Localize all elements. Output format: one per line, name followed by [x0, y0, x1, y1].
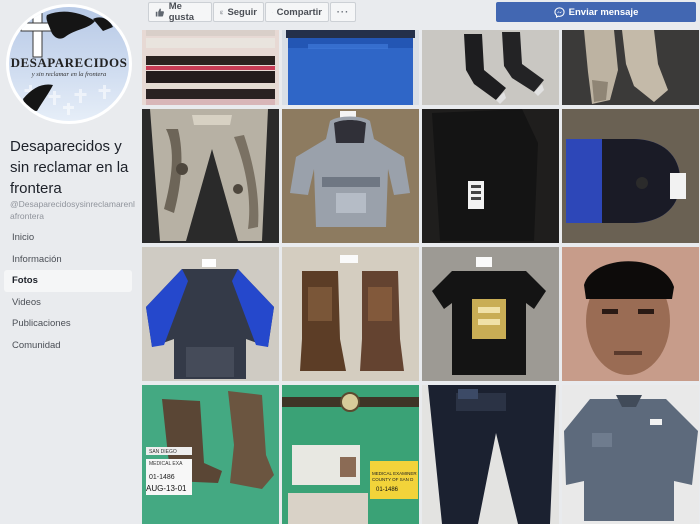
- photo-black-garment[interactable]: [422, 109, 559, 243]
- evidence-tag-office-2: MEDICAL EXAMINER: [372, 471, 417, 476]
- photo-watch-id[interactable]: MEDICAL EXAMINER COUNTY OF SAN D 01-1486: [282, 385, 419, 524]
- page-navigation: Inicio Información Fotos Videos Publicac…: [4, 227, 132, 356]
- black-garment-image: [422, 109, 559, 243]
- nav-item-inicio[interactable]: Inicio: [4, 227, 132, 249]
- share-button-label: Compartir: [276, 6, 322, 18]
- photo-black-socks[interactable]: [422, 30, 559, 105]
- nav-item-comunidad[interactable]: Comunidad: [4, 335, 132, 357]
- photo-hoodie[interactable]: [282, 109, 419, 243]
- black-tshirt-image: [422, 247, 559, 381]
- logo-title: DESAPARECIDOS: [10, 55, 128, 70]
- like-button[interactable]: Me gusta: [148, 1, 212, 23]
- logo-subtitle: y sin reclamar en la frontera: [31, 71, 107, 78]
- watch-and-id-image: MEDICAL EXAMINER COUNTY OF SAN D 01-1486: [282, 385, 419, 524]
- evidence-tag-case-2: 01-1486: [376, 487, 399, 493]
- blue-shirt-image: [282, 30, 419, 105]
- photo-sport-shirt[interactable]: [142, 247, 279, 381]
- logo: DESAPARECIDOS y sin reclamar en la front…: [9, 7, 129, 121]
- evidence-tag-office: MEDICAL EXA: [149, 461, 183, 467]
- sport-shirt-image: [142, 247, 279, 381]
- follow-button-label: Seguir: [227, 6, 257, 18]
- brown-boots-image: [282, 247, 419, 381]
- photo-blue-beanie[interactable]: [562, 109, 699, 243]
- striped-shirt-image: [142, 30, 279, 105]
- photo-blue-shirt[interactable]: [282, 30, 419, 105]
- photo-cowboy-boots[interactable]: SAN DIEGO MEDICAL EXA 01-1486 AUG-13-01: [142, 385, 279, 524]
- photo-jeans[interactable]: [142, 109, 279, 243]
- evidence-tag-county: COUNTY OF SAN D: [372, 477, 414, 482]
- evidence-tag-city: SAN DIEGO: [149, 449, 177, 455]
- send-message-label: Enviar mensaje: [568, 6, 639, 18]
- thumbs-up-icon: [155, 7, 164, 17]
- photo-striped-shirt[interactable]: [142, 30, 279, 105]
- evidence-tag-date: AUG-13-01: [146, 484, 187, 493]
- follow-button[interactable]: Seguir: [213, 2, 264, 22]
- cowboy-boots-image: SAN DIEGO MEDICAL EXA 01-1486 AUG-13-01: [142, 385, 279, 524]
- dark-jeans-image: [422, 385, 559, 524]
- page-title[interactable]: Desaparecidos y sin reclamar en la front…: [10, 136, 135, 199]
- like-button-label: Me gusta: [168, 1, 195, 23]
- photo-dirty-socks[interactable]: [562, 30, 699, 105]
- nav-item-fotos[interactable]: Fotos: [4, 270, 132, 292]
- stained-jeans-image: [142, 109, 279, 243]
- messenger-icon: [554, 6, 565, 18]
- page-action-bar: Me gusta Seguir Compartir ··· Enviar men…: [148, 1, 696, 23]
- share-arrow-icon: [272, 11, 273, 13]
- nav-item-publicaciones[interactable]: Publicaciones: [4, 313, 132, 335]
- send-message-button[interactable]: Enviar mensaje: [496, 2, 696, 22]
- page-profile-picture[interactable]: DESAPARECIDOS y sin reclamar en la front…: [6, 4, 132, 124]
- photo-gray-shirt[interactable]: [562, 385, 699, 524]
- gray-hoodie-image: [282, 109, 419, 243]
- black-socks-image: [422, 30, 559, 105]
- blue-beanie-image: [562, 109, 699, 243]
- photo-tshirt[interactable]: [422, 247, 559, 381]
- page-username[interactable]: @Desaparecidosysinreclamarenlafrontera: [10, 198, 135, 222]
- page-sidebar: DESAPARECIDOS y sin reclamar en la front…: [0, 0, 140, 524]
- share-button[interactable]: Compartir: [265, 2, 329, 22]
- evidence-tag-case: 01-1486: [149, 474, 175, 481]
- nav-item-informacion[interactable]: Información: [4, 249, 132, 271]
- rss-follow-icon: [220, 10, 224, 14]
- gray-shirt-image: [562, 385, 699, 524]
- photo-portrait[interactable]: [562, 247, 699, 381]
- photo-grid: SAN DIEGO MEDICAL EXA 01-1486 AUG-13-01 …: [142, 30, 700, 524]
- more-options-button[interactable]: ···: [330, 2, 356, 22]
- photo-boots[interactable]: [282, 247, 419, 381]
- photo-dark-jeans[interactable]: [422, 385, 559, 524]
- dirty-socks-image: [562, 30, 699, 105]
- nav-item-videos[interactable]: Videos: [4, 292, 132, 314]
- portrait-image: [562, 247, 699, 381]
